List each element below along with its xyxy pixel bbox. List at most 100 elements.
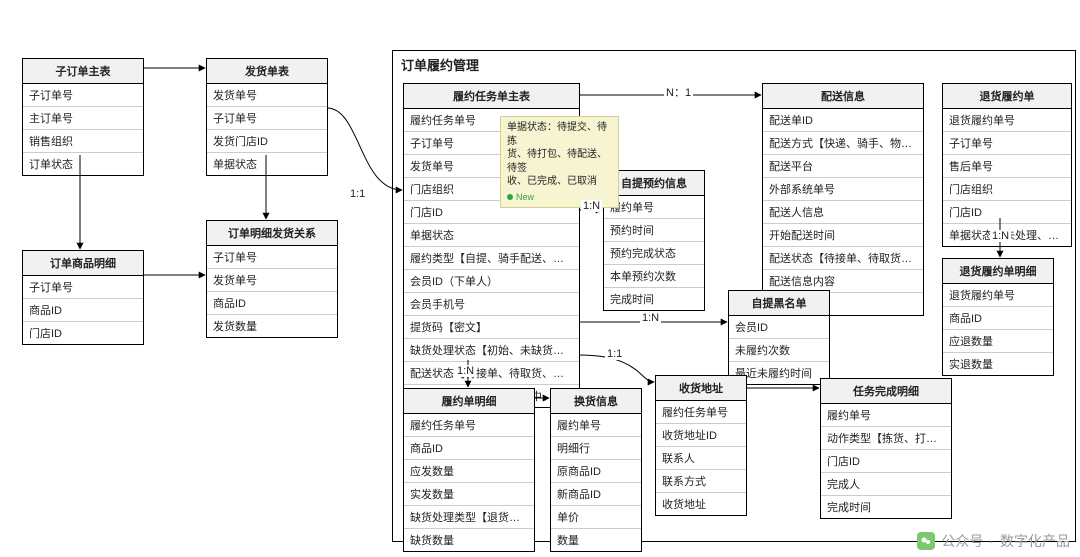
entity-row: 门店ID xyxy=(943,201,1071,224)
entity-row: 门店ID xyxy=(23,322,143,344)
entity-row: 实退数量 xyxy=(943,353,1053,375)
entity-title: 自提预约信息 xyxy=(604,171,704,196)
entity-row: 缺货数量 xyxy=(404,529,534,551)
entity-row: 完成时间 xyxy=(604,288,704,310)
sticky-line: 单据状态：待提交、待拣 xyxy=(507,121,612,148)
entity-title: 发货单表 xyxy=(207,59,327,84)
entity-row: 销售组织 xyxy=(23,130,143,153)
entity-row: 数量 xyxy=(551,529,641,551)
entity-row: 履约单号 xyxy=(604,196,704,219)
entity-row: 实发数量 xyxy=(404,483,534,506)
sticky-tag: New xyxy=(516,192,534,202)
entity-row: 履约任务单号 xyxy=(656,401,746,424)
entity-row: 原商品ID xyxy=(551,460,641,483)
watermark: 公众号 · 数字化产品 xyxy=(917,531,1070,551)
entity-row: 履约单号 xyxy=(821,404,951,427)
entity-row: 提货码【密文】 xyxy=(404,316,579,339)
entity-row: 联系人 xyxy=(656,447,746,470)
entity-row: 配送人信息 xyxy=(763,201,923,224)
entity-sub-order-main: 子订单主表 子订单号 主订单号 销售组织 订单状态 xyxy=(22,58,144,176)
entity-row: 明细行 xyxy=(551,437,641,460)
entity-row: 商品ID xyxy=(943,307,1053,330)
watermark-sep: · xyxy=(989,533,994,549)
sticky-line: 收、已完成、已取消 xyxy=(507,175,612,189)
entity-title: 自提黑名单 xyxy=(729,291,829,316)
entity-row: 配送平台 xyxy=(763,155,923,178)
entity-title: 退货履约单明细 xyxy=(943,259,1053,284)
entity-exchange: 换货信息 履约单号 明细行 原商品ID 新商品ID 单价 数量 xyxy=(550,388,642,552)
entity-row: 退货履约单号 xyxy=(943,284,1053,307)
entity-row: 配送状态【待接单、待取货、待送达、 xyxy=(763,247,923,270)
entity-row: 收货地址ID xyxy=(656,424,746,447)
entity-title: 退货履约单 xyxy=(943,84,1071,109)
watermark-prefix: 公众号 xyxy=(941,531,983,551)
entity-row: 子订单号 xyxy=(23,84,143,107)
entity-row: 子订单号 xyxy=(23,276,143,299)
entity-row: 未履约次数 xyxy=(729,339,829,362)
entity-ship-order: 发货单表 发货单号 子订单号 发货门店ID 单据状态 xyxy=(206,58,328,176)
entity-row: 应退数量 xyxy=(943,330,1053,353)
entity-row: 发货门店ID xyxy=(207,130,327,153)
group-title: 订单履约管理 xyxy=(401,55,479,74)
entity-row: 履约类型【自提、骑手配送、快递、物流】 xyxy=(404,247,579,270)
entity-title: 订单商品明细 xyxy=(23,251,143,276)
entity-row: 子订单号 xyxy=(207,107,327,130)
watermark-name: 数字化产品 xyxy=(1000,531,1070,551)
entity-row: 发货单号 xyxy=(207,269,337,292)
entity-row: 配送方式【快递、骑手、物流】 xyxy=(763,132,923,155)
entity-row: 门店ID xyxy=(821,450,951,473)
entity-blacklist: 自提黑名单 会员ID 未履约次数 最近未履约时间 xyxy=(728,290,830,385)
entity-row: 子订单号 xyxy=(207,246,337,269)
entity-row: 完成人 xyxy=(821,473,951,496)
entity-row: 会员ID（下单人） xyxy=(404,270,579,293)
entity-title: 子订单主表 xyxy=(23,59,143,84)
entity-delivery-info: 配送信息 配送单ID 配送方式【快递、骑手、物流】 配送平台 外部系统单号 配送… xyxy=(762,83,924,316)
entity-row: 动作类型【拣货、打包、配送】 xyxy=(821,427,951,450)
entity-row: 配送单ID xyxy=(763,109,923,132)
entity-row: 商品ID xyxy=(404,437,534,460)
entity-row: 发货单号 xyxy=(207,84,327,107)
entity-row: 单据状态 xyxy=(207,153,327,175)
entity-row: 应发数量 xyxy=(404,460,534,483)
entity-row: 收货地址 xyxy=(656,493,746,515)
edge-label: 1:N xyxy=(640,312,661,324)
diagram-canvas: 订单履约管理 子订单主表 子订单号 主订单号 销售组织 订单状态 发货单表 发货… xyxy=(0,0,1080,557)
wechat-icon xyxy=(917,532,935,550)
entity-row: 单价 xyxy=(551,506,641,529)
entity-return-order: 退货履约单 退货履约单号 子订单号 售后单号 门店组织 门店ID 单据状态【未处… xyxy=(942,83,1072,247)
entity-row: 联系方式 xyxy=(656,470,746,493)
entity-row: 商品ID xyxy=(207,292,337,315)
entity-row: 订单状态 xyxy=(23,153,143,175)
edge-label: N：1 xyxy=(664,84,693,100)
entity-row: 会员手机号 xyxy=(404,293,579,316)
entity-title: 换货信息 xyxy=(551,389,641,414)
entity-title: 配送信息 xyxy=(763,84,923,109)
entity-row: 会员ID xyxy=(729,316,829,339)
edge-label: 1:1 xyxy=(348,188,367,200)
entity-recv-addr: 收货地址 履约任务单号 收货地址ID 联系人 联系方式 收货地址 xyxy=(655,375,747,516)
entity-row: 外部系统单号 xyxy=(763,178,923,201)
entity-task-done: 任务完成明细 履约单号 动作类型【拣货、打包、配送】 门店ID 完成人 完成时间 xyxy=(820,378,952,519)
entity-row: 新商品ID xyxy=(551,483,641,506)
edge-label: 1:N xyxy=(581,200,602,212)
entity-fulfill-detail: 履约单明细 履约任务单号 商品ID 应发数量 实发数量 缺货处理类型【退货、换货… xyxy=(403,388,535,552)
entity-row: 缺货处理类型【退货、换货】 xyxy=(404,506,534,529)
entity-return-detail: 退货履约单明细 退货履约单号 商品ID 应退数量 实退数量 xyxy=(942,258,1054,376)
entity-title: 履约任务单主表 xyxy=(404,84,579,109)
edge-label: 1:N xyxy=(990,230,1011,242)
entity-row: 商品ID xyxy=(23,299,143,322)
entity-row: 售后单号 xyxy=(943,155,1071,178)
entity-row: 预约完成状态 xyxy=(604,242,704,265)
entity-title: 订单明细发货关系 xyxy=(207,221,337,246)
entity-title: 履约单明细 xyxy=(404,389,534,414)
entity-row: 退货履约单号 xyxy=(943,109,1071,132)
entity-row: 履约单号 xyxy=(551,414,641,437)
entity-row: 履约任务单号 xyxy=(404,414,534,437)
entity-row: 缺货处理状态【初始、未缺货、处理中、已 xyxy=(404,339,579,362)
entity-row: 配送状态【待接单、待取货、待配送、已 xyxy=(404,362,579,385)
entity-row: 完成时间 xyxy=(821,496,951,518)
sticky-line: 货、待打包、待配送、待签 xyxy=(507,148,612,175)
entity-ship-relation: 订单明细发货关系 子订单号 发货单号 商品ID 发货数量 xyxy=(206,220,338,338)
entity-row: 单据状态 xyxy=(404,224,579,247)
entity-row: 主订单号 xyxy=(23,107,143,130)
